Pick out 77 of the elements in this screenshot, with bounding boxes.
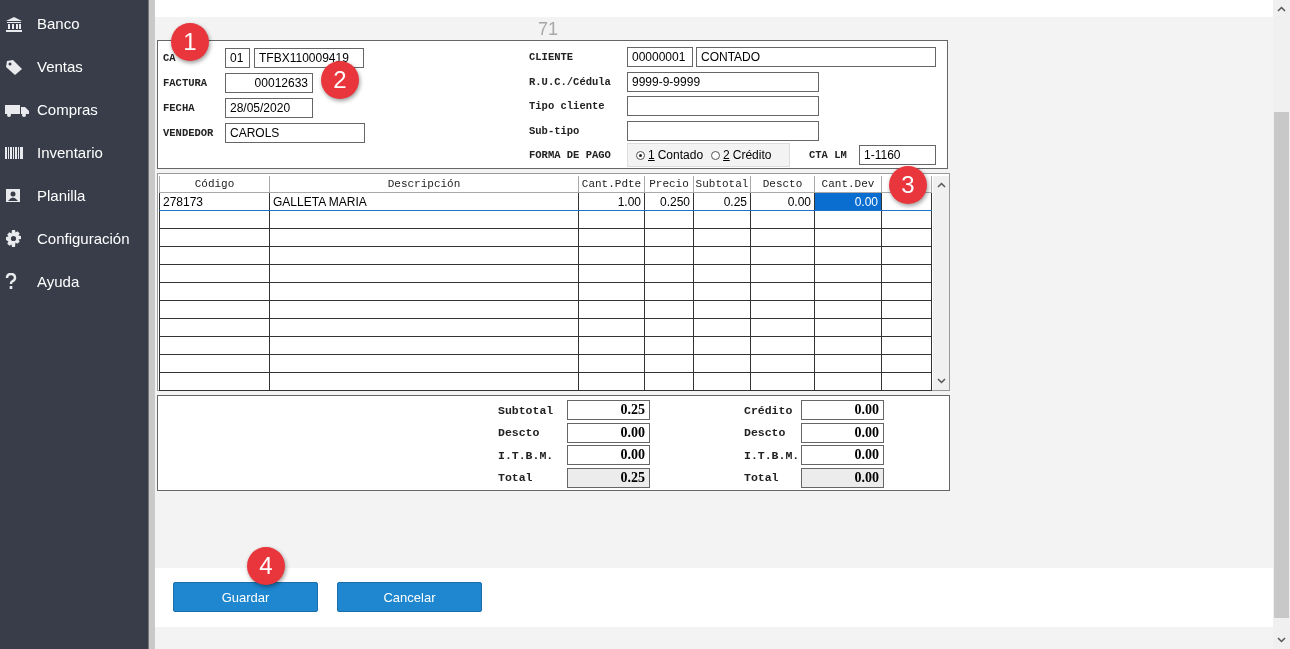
total-label: Subtotal [498, 403, 555, 417]
tag-icon [5, 58, 23, 75]
table-cell[interactable]: 1.00 [578, 192, 645, 211]
column-header[interactable]: Código [159, 176, 270, 193]
bank-icon [5, 15, 23, 32]
total-label: I.T.B.M. [744, 448, 801, 462]
caption-text: 71 [538, 19, 559, 40]
text-field[interactable]: CONTADO [696, 47, 936, 68]
total-label: Total [498, 471, 534, 485]
text-field[interactable]: 00012633 [225, 72, 313, 93]
scroll-up-icon[interactable] [1277, 6, 1286, 12]
text-field[interactable] [627, 120, 819, 141]
text-field[interactable]: 9999-9-9999 [627, 71, 819, 92]
field-label: Tipo cliente [529, 100, 606, 113]
sidebar-item[interactable]: Banco [0, 2, 148, 45]
action-button[interactable]: Cancelar [337, 582, 482, 612]
splitter[interactable] [148, 0, 155, 649]
sidebar-item[interactable]: Ventas [0, 45, 148, 88]
column-header[interactable]: Cant.Dev [814, 176, 882, 193]
table-cell[interactable]: 0.25 [693, 192, 751, 211]
field-label: CLIENTE [529, 51, 575, 64]
amount-field[interactable]: 0.00 [567, 445, 650, 466]
sidebar-item[interactable]: Planilla [0, 174, 148, 217]
column-header[interactable]: Cant.Pdte [578, 176, 645, 193]
field-label: R.U.C./Cédula [529, 75, 612, 88]
table-cell[interactable]: 0.00 [750, 192, 815, 211]
total-label: Descto [744, 426, 787, 440]
field-label: CTA LM [809, 149, 848, 162]
radio-button[interactable] [711, 150, 721, 160]
photo-icon [5, 188, 21, 203]
column-header[interactable]: Descto [750, 176, 815, 193]
text-field[interactable]: 28/05/2020 [225, 97, 313, 118]
amount-field[interactable]: 0.00 [801, 445, 884, 466]
text-field[interactable]: 01 [225, 47, 250, 68]
field-label: FACTURA [163, 76, 209, 89]
amount-field[interactable]: 0.00 [567, 422, 650, 443]
field-label: FORMA DE PAGO [529, 149, 612, 162]
table-cell[interactable]: 0.250 [644, 192, 694, 211]
total-label: Total [744, 471, 780, 485]
field-label: FECHA [163, 101, 196, 114]
text-field[interactable] [627, 96, 819, 117]
scroll-down-icon[interactable] [936, 378, 946, 384]
total-label: Descto [498, 426, 541, 440]
sidebar-item[interactable]: Inventario [0, 131, 148, 174]
field-label: VENDEDOR [163, 126, 215, 139]
field-label: Sub-tipo [529, 124, 581, 137]
text-field[interactable]: TFBX110009419 [254, 47, 364, 68]
total-field[interactable]: 0.25 [567, 467, 650, 488]
radio-option[interactable]: 2 Crédito [711, 148, 772, 163]
text-field[interactable]: 1-1160 [859, 145, 936, 166]
sidebar-item[interactable]: Ayuda [0, 260, 148, 303]
text-field[interactable]: 00000001 [627, 47, 693, 68]
question-icon [5, 273, 17, 290]
amount-field[interactable]: 0.00 [801, 400, 884, 421]
text-field[interactable]: CAROLS [225, 122, 365, 143]
sidebar-item[interactable]: Compras [0, 88, 148, 131]
column-header[interactable]: Subtotal [693, 176, 751, 193]
scroll-up-icon[interactable] [936, 182, 946, 188]
action-button[interactable]: Guardar [173, 582, 318, 612]
scrollbar[interactable] [1273, 0, 1290, 649]
amount-field[interactable]: 0.25 [567, 400, 650, 421]
barcode-icon [5, 146, 23, 159]
column-header[interactable]: Descripción [269, 176, 579, 193]
scrollbar[interactable] [933, 176, 949, 390]
column-header[interactable]: Precio [644, 176, 694, 193]
radio-option[interactable]: 1 Contado [636, 148, 704, 163]
total-field[interactable]: 0.00 [801, 467, 884, 488]
total-label: Crédito [744, 403, 794, 417]
amount-field[interactable]: 0.00 [801, 422, 884, 443]
total-label: I.T.B.M. [498, 448, 555, 462]
gear-icon [5, 230, 22, 247]
table-cell[interactable]: GALLETA MARIA [269, 192, 579, 211]
scroll-down-icon[interactable] [1277, 637, 1286, 643]
radio-button[interactable] [636, 150, 645, 160]
sidebar-item[interactable]: Configuración [0, 217, 148, 260]
table-cell[interactable]: 278173 [159, 192, 270, 211]
truck-icon [5, 102, 29, 117]
